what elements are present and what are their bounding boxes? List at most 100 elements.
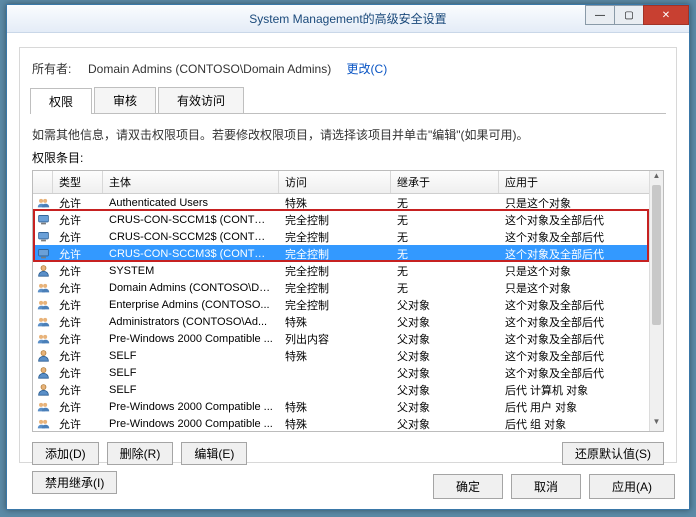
- cell-access: 特殊: [279, 195, 391, 211]
- table-row[interactable]: 允许Enterprise Admins (CONTOSO...完全控制父对象这个…: [33, 296, 663, 313]
- user-icon: [33, 264, 53, 277]
- cell-type: 允许: [53, 365, 103, 381]
- scroll-thumb[interactable]: [652, 194, 661, 325]
- col-type[interactable]: 类型: [53, 171, 103, 193]
- cell-apply: 后代 用户 对象: [499, 399, 663, 415]
- cell-apply: 只是这个对象: [499, 195, 663, 211]
- computer-icon: [33, 230, 53, 243]
- user-icon: [33, 349, 53, 362]
- table-row[interactable]: 允许CRUS-CON-SCCM1$ (CONTOS...完全控制无这个对象及全部…: [33, 211, 663, 228]
- cell-type: 允许: [53, 263, 103, 279]
- table-row[interactable]: 允许Domain Admins (CONTOSO\Do...完全控制无只是这个对…: [33, 279, 663, 296]
- cell-apply: 后代 计算机 对象: [499, 382, 663, 398]
- owner-label: 所有者:: [32, 62, 71, 76]
- hint-text: 如需其他信息，请双击权限项目。若要修改权限项目，请选择该项目并单击"编辑"(如果…: [20, 114, 676, 149]
- cell-type: 允许: [53, 331, 103, 347]
- cell-type: 允许: [53, 314, 103, 330]
- scrollbar[interactable]: ▲ ▼: [649, 194, 663, 431]
- cell-type: 允许: [53, 195, 103, 211]
- cell-type: 允许: [53, 246, 103, 262]
- cell-apply: 这个对象及全部后代: [499, 331, 663, 347]
- cell-inherit: 父对象: [391, 331, 499, 347]
- cell-apply: 这个对象及全部后代: [499, 246, 663, 262]
- cell-principal: SELF: [103, 350, 279, 362]
- cell-type: 允许: [53, 399, 103, 415]
- cell-access: 完全控制: [279, 280, 391, 296]
- change-owner-link[interactable]: 更改(C): [347, 62, 388, 76]
- cell-type: 允许: [53, 297, 103, 313]
- cell-access: 特殊: [279, 348, 391, 364]
- table-row[interactable]: 允许Authenticated Users特殊无只是这个对象: [33, 194, 663, 211]
- cell-type: 允许: [53, 416, 103, 432]
- cell-apply: 这个对象及全部后代: [499, 365, 663, 381]
- tab-permissions[interactable]: 权限: [30, 88, 92, 114]
- col-access[interactable]: 访问: [279, 171, 391, 193]
- cell-apply: 这个对象及全部后代: [499, 297, 663, 313]
- table-row[interactable]: 允许Pre-Windows 2000 Compatible ...特殊父对象后代…: [33, 398, 663, 415]
- cell-principal: Pre-Windows 2000 Compatible ...: [103, 401, 279, 413]
- user-icon: [33, 366, 53, 379]
- ok-button[interactable]: 确定: [433, 474, 503, 499]
- cell-inherit: 父对象: [391, 314, 499, 330]
- table-row[interactable]: 允许CRUS-CON-SCCM2$ (CONTOS...完全控制无这个对象及全部…: [33, 228, 663, 245]
- cell-access: 完全控制: [279, 212, 391, 228]
- cell-access: 特殊: [279, 416, 391, 432]
- cell-apply: 只是这个对象: [499, 263, 663, 279]
- apply-button[interactable]: 应用(A): [589, 474, 675, 499]
- owner-row: 所有者: Domain Admins (CONTOSO\Domain Admin…: [20, 48, 676, 87]
- cell-inherit: 父对象: [391, 416, 499, 432]
- cancel-button[interactable]: 取消: [511, 474, 581, 499]
- cell-principal: Domain Admins (CONTOSO\Do...: [103, 282, 279, 294]
- group-icon: [33, 400, 53, 413]
- group-icon: [33, 196, 53, 209]
- minimize-button[interactable]: —: [585, 5, 615, 25]
- cell-access: 完全控制: [279, 229, 391, 245]
- cell-apply: 这个对象及全部后代: [499, 348, 663, 364]
- tab-effective-access[interactable]: 有效访问: [158, 87, 244, 113]
- edit-button[interactable]: 编辑(E): [181, 442, 247, 465]
- disable-inheritance-button[interactable]: 禁用继承(I): [32, 471, 117, 494]
- cell-apply: 这个对象及全部后代: [499, 314, 663, 330]
- owner-value: Domain Admins (CONTOSO\Domain Admins): [88, 62, 331, 76]
- cell-inherit: 无: [391, 195, 499, 211]
- cell-access: 完全控制: [279, 263, 391, 279]
- close-button[interactable]: ✕: [643, 5, 689, 25]
- table-row[interactable]: 允许SELF父对象这个对象及全部后代: [33, 364, 663, 381]
- cell-inherit: 无: [391, 263, 499, 279]
- restore-defaults-button[interactable]: 还原默认值(S): [562, 442, 664, 465]
- add-button[interactable]: 添加(D): [32, 442, 99, 465]
- cell-access: 完全控制: [279, 246, 391, 262]
- table-row[interactable]: 允许CRUS-CON-SCCM3$ (CONTOS...完全控制无这个对象及全部…: [33, 245, 663, 262]
- maximize-button[interactable]: ▢: [614, 5, 644, 25]
- cell-principal: CRUS-CON-SCCM2$ (CONTOS...: [103, 231, 279, 243]
- titlebar[interactable]: System Management的高级安全设置 — ▢ ✕: [7, 5, 689, 33]
- table-row[interactable]: 允许SELF父对象后代 计算机 对象: [33, 381, 663, 398]
- table-row[interactable]: 允许Administrators (CONTOSO\Ad...特殊父对象这个对象…: [33, 313, 663, 330]
- table-row[interactable]: 允许Pre-Windows 2000 Compatible ...列出内容父对象…: [33, 330, 663, 347]
- computer-icon: [33, 213, 53, 226]
- cell-principal: Administrators (CONTOSO\Ad...: [103, 316, 279, 328]
- cell-inherit: 父对象: [391, 399, 499, 415]
- table-row[interactable]: 允许SYSTEM完全控制无只是这个对象: [33, 262, 663, 279]
- tab-auditing[interactable]: 审核: [94, 87, 156, 113]
- scroll-down-icon[interactable]: ▼: [650, 417, 663, 431]
- col-apply[interactable]: 应用于: [499, 171, 663, 193]
- cell-access: 特殊: [279, 314, 391, 330]
- group-icon: [33, 281, 53, 294]
- cell-type: 允许: [53, 348, 103, 364]
- remove-button[interactable]: 删除(R): [107, 442, 174, 465]
- table-row[interactable]: 允许SELF特殊父对象这个对象及全部后代: [33, 347, 663, 364]
- grid-header[interactable]: 类型 主体 访问 继承于 应用于: [33, 171, 663, 194]
- grid-body[interactable]: ▲ ▼ 允许Authenticated Users特殊无只是这个对象允许CRUS…: [33, 194, 663, 432]
- cell-type: 允许: [53, 229, 103, 245]
- group-icon: [33, 332, 53, 345]
- cell-principal: SYSTEM: [103, 265, 279, 277]
- group-icon: [33, 298, 53, 311]
- col-inherit[interactable]: 继承于: [391, 171, 499, 193]
- col-principal[interactable]: 主体: [103, 171, 279, 193]
- cell-access: 完全控制: [279, 297, 391, 313]
- computer-icon: [33, 247, 53, 260]
- cell-inherit: 无: [391, 246, 499, 262]
- cell-inherit: 无: [391, 229, 499, 245]
- table-row[interactable]: 允许Pre-Windows 2000 Compatible ...特殊父对象后代…: [33, 415, 663, 432]
